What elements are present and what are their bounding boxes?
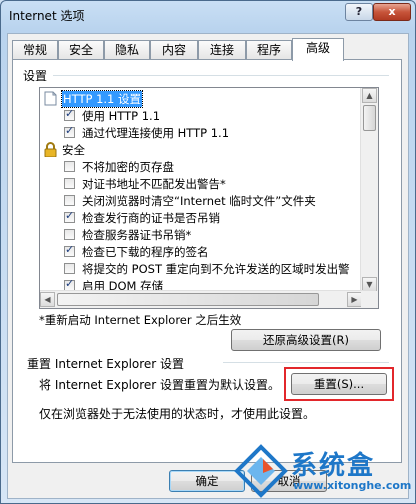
settings-item-label: 检查发行商的证书是否吊销 [82, 211, 220, 225]
checkbox[interactable] [64, 195, 75, 206]
settings-item-label: 不将加密的页存盘 [82, 160, 174, 174]
tab-privacy[interactable]: 隐私 [104, 40, 150, 60]
settings-group-label: 设置 [23, 69, 48, 83]
scroll-left-arrow-icon[interactable]: ◀ [40, 292, 55, 307]
settings-list[interactable]: HTTP 1.1 设置使用 HTTP 1.1 通过代理连接使用 HTTP 1.1 安… [39, 87, 379, 309]
tab-connections[interactable]: 连接 [198, 40, 246, 60]
settings-category[interactable]: 安全 [40, 141, 370, 158]
help-button[interactable]: ? [345, 3, 373, 21]
scroll-down-arrow-icon[interactable]: ▼ [362, 277, 377, 292]
checkbox[interactable] [64, 243, 75, 257]
settings-item-label: 使用 HTTP 1.1 [82, 109, 161, 123]
scroll-up-arrow-icon[interactable]: ▲ [362, 88, 377, 103]
site-watermark: 系统盒 www.xitonghe.com [233, 441, 415, 503]
watermark-logo-icon [234, 444, 288, 498]
watermark-text: 系统盒 [291, 451, 376, 481]
window-title: Internet 选项 [9, 9, 85, 23]
checkbox[interactable] [64, 124, 75, 138]
internet-options-window: Internet 选项 ? x 常规 安全 隐私 内容 连接 程序 高级 设置 … [0, 0, 416, 504]
settings-item-label: 检查服务器证书吊销* [82, 228, 192, 242]
settings-option[interactable]: 检查已下载的程序的签名 [40, 243, 370, 260]
horizontal-scroll-thumb[interactable] [57, 293, 319, 306]
settings-item-label: 将提交的 POST 重定向到不允许发送的区域时发出警 [82, 262, 350, 276]
tab-programs[interactable]: 程序 [246, 40, 292, 60]
settings-option[interactable]: 对证书地址不匹配发出警告* [40, 175, 370, 192]
tab-advanced[interactable]: 高级 [292, 38, 344, 61]
close-button[interactable]: x [373, 3, 411, 21]
settings-option[interactable]: 通过代理连接使用 HTTP 1.1 [40, 124, 370, 141]
reset-description: 将 Internet Explorer 设置重置为默认设置。 [39, 378, 281, 392]
vertical-scroll-thumb[interactable] [363, 105, 376, 131]
settings-option[interactable]: 不将加密的页存盘 [40, 158, 370, 175]
checkbox[interactable] [64, 229, 75, 240]
checkbox[interactable] [64, 263, 75, 274]
checkbox[interactable] [64, 161, 75, 172]
reset-group-divider [223, 362, 389, 363]
settings-option[interactable]: 检查发行商的证书是否吊销 [40, 209, 370, 226]
settings-item-label: 对证书地址不匹配发出警告* [82, 177, 226, 191]
restore-advanced-settings-button[interactable]: 还原高级设置(R) [231, 329, 381, 351]
checkbox[interactable] [64, 209, 75, 223]
checkbox[interactable] [64, 178, 75, 189]
settings-option[interactable]: 将提交的 POST 重定向到不允许发送的区域时发出警 [40, 260, 370, 277]
horizontal-scrollbar[interactable]: ◀ ▶ [40, 290, 363, 308]
restart-note: *重新启动 Internet Explorer 之后生效 [39, 313, 242, 327]
settings-item-label: 关闭浏览器时清空“Internet 临时文件”文件夹 [82, 194, 316, 208]
settings-group-divider [53, 75, 389, 76]
settings-item-label: 通过代理连接使用 HTTP 1.1 [82, 126, 230, 140]
vertical-scrollbar[interactable]: ▲ ▼ [360, 88, 378, 293]
scroll-corner [361, 291, 378, 308]
settings-option[interactable]: 使用 HTTP 1.1 [40, 107, 370, 124]
settings-item-label: 安全 [62, 143, 85, 157]
settings-item-label: HTTP 1.1 设置 [60, 90, 144, 108]
tab-content[interactable]: 内容 [150, 40, 198, 60]
watermark-url: www.xitonghe.com [293, 479, 412, 492]
settings-item-label: 检查已下载的程序的签名 [82, 245, 209, 259]
tab-security[interactable]: 安全 [58, 40, 104, 60]
title-bar[interactable]: Internet 选项 ? x [1, 1, 415, 31]
scroll-right-arrow-icon[interactable]: ▶ [347, 292, 362, 307]
tab-general[interactable]: 常规 [12, 40, 58, 60]
settings-option[interactable]: 关闭浏览器时清空“Internet 临时文件”文件夹 [40, 192, 370, 209]
checkbox[interactable] [64, 107, 75, 121]
reset-group-label: 重置 Internet Explorer 设置 [27, 357, 185, 371]
annotation-highlight-box [284, 367, 394, 401]
settings-option[interactable]: 检查服务器证书吊销* [40, 226, 370, 243]
reset-note: 仅在浏览器处于无法使用的状态时，才使用此设置。 [39, 407, 316, 421]
settings-category[interactable]: HTTP 1.1 设置 [40, 90, 370, 108]
